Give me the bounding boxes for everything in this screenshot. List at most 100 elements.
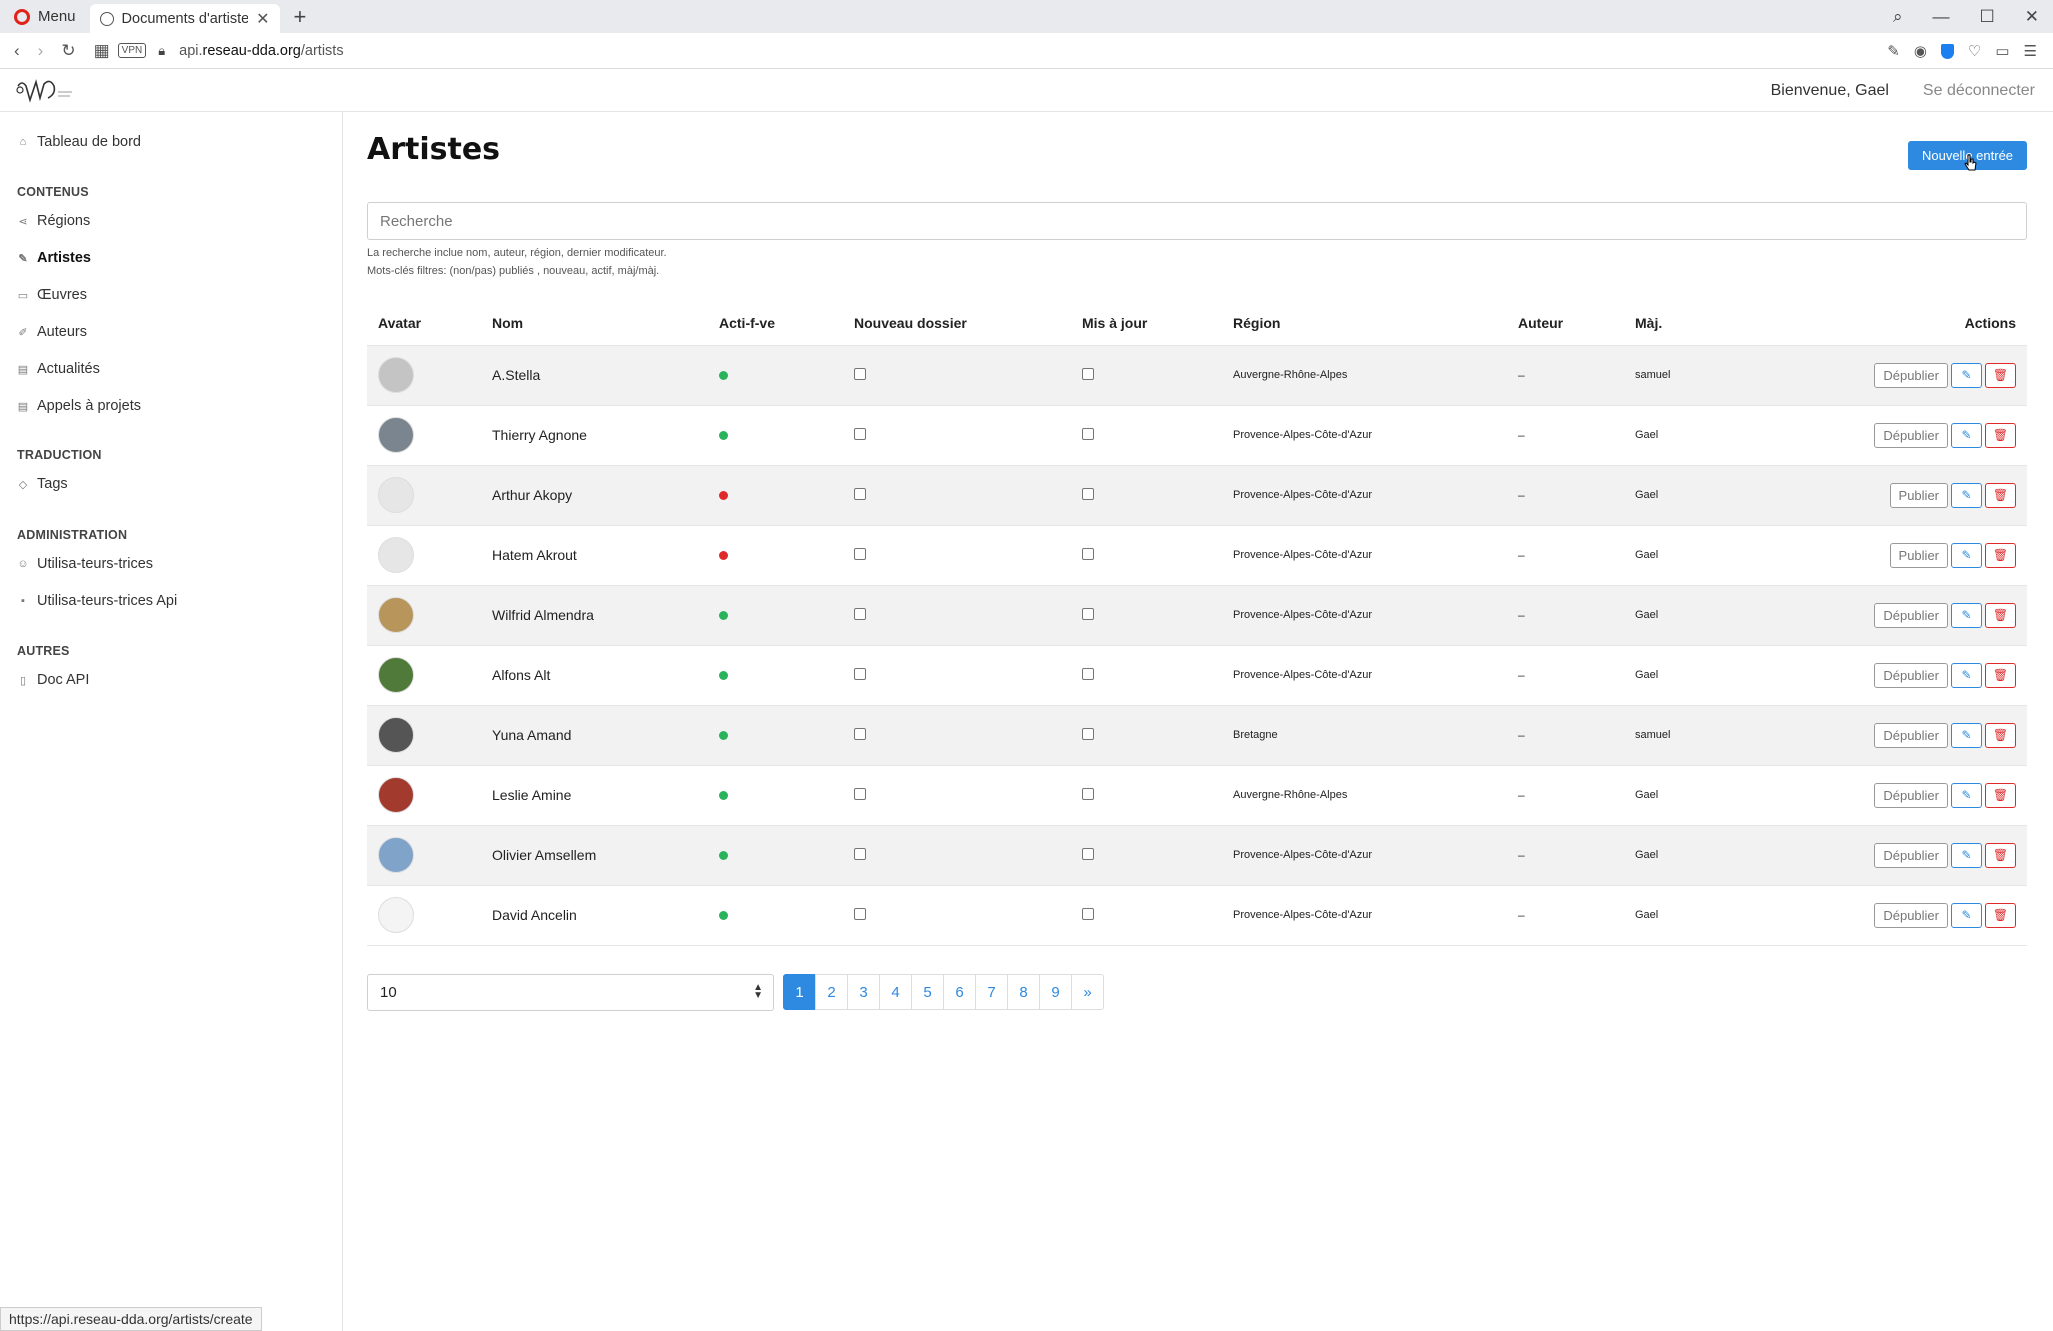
updated-checkbox[interactable] [1082, 728, 1094, 740]
sidebar-item-artistes[interactable]: ✎ Artistes [17, 250, 91, 266]
new-folder-checkbox[interactable] [854, 368, 866, 380]
column-header-actif[interactable]: Acti-f-ve [708, 301, 843, 346]
maximize-icon[interactable]: ☐ [1980, 7, 1995, 27]
updated-checkbox[interactable] [1082, 848, 1094, 860]
search-input[interactable] [367, 202, 2027, 240]
updated-checkbox[interactable] [1082, 788, 1094, 800]
sidebar-item-tags[interactable]: ◇ Tags [17, 476, 68, 492]
column-header-nom[interactable]: Nom [481, 301, 708, 346]
easy-setup-icon[interactable]: ☰ [2024, 42, 2037, 60]
unpublish-button[interactable]: Dépublier [1874, 362, 1948, 388]
pagination-page[interactable]: 8 [1007, 974, 1040, 1010]
updated-checkbox[interactable] [1082, 488, 1094, 500]
pagination-page[interactable]: 9 [1039, 974, 1072, 1010]
updated-checkbox[interactable] [1082, 428, 1094, 440]
new-tab-button[interactable]: + [294, 4, 307, 30]
sidebar-item-utilisateurs-api[interactable]: ▪ Utilisa-teurs-trices Api [17, 593, 177, 609]
sidebar-item-utilisateurs[interactable]: ☺ Utilisa-teurs-trices [17, 556, 153, 572]
heart-icon[interactable]: ♡ [1968, 42, 1981, 60]
trash-icon[interactable]: 🗑︎ [1985, 662, 2016, 688]
publish-button[interactable]: Publier [1889, 542, 1948, 568]
unpublish-button[interactable]: Dépublier [1874, 902, 1948, 928]
trash-icon[interactable]: 🗑︎ [1985, 542, 2016, 568]
unpublish-button[interactable]: Dépublier [1874, 842, 1948, 868]
dda-logo[interactable] [14, 76, 76, 106]
updated-checkbox[interactable] [1082, 548, 1094, 560]
edit-icon[interactable]: ✎ [1951, 902, 1982, 928]
pagination-page[interactable]: 6 [943, 974, 976, 1010]
new-folder-checkbox[interactable] [854, 548, 866, 560]
new-folder-checkbox[interactable] [854, 788, 866, 800]
sidebar-item-auteurs[interactable]: ✐ Auteurs [17, 324, 87, 340]
pagination-page[interactable]: 4 [879, 974, 912, 1010]
unpublish-button[interactable]: Dépublier [1874, 782, 1948, 808]
new-folder-checkbox[interactable] [854, 428, 866, 440]
edit-icon[interactable]: ✎ [1951, 422, 1982, 448]
edit-icon[interactable]: ✎ [1951, 542, 1982, 568]
new-folder-checkbox[interactable] [854, 668, 866, 680]
column-header-auteur[interactable]: Auteur [1507, 301, 1624, 346]
trash-icon[interactable]: 🗑︎ [1985, 902, 2016, 928]
pagination-page[interactable]: 7 [975, 974, 1008, 1010]
edit-icon[interactable]: ✎ [1951, 482, 1982, 508]
edit-icon[interactable]: ✎ [1951, 782, 1982, 808]
logout-link[interactable]: Se déconnecter [1923, 82, 2035, 100]
browser-menu-button[interactable]: Menu [0, 0, 90, 33]
tab-close-icon[interactable]: ✕ [256, 9, 269, 29]
unpublish-button[interactable]: Dépublier [1874, 722, 1948, 748]
url-field[interactable]: api.reseau-dda.org/artists [179, 43, 343, 59]
trash-icon[interactable]: 🗑︎ [1985, 782, 2016, 808]
sidebar-item-actualites[interactable]: ▤ Actualités [17, 361, 100, 377]
pagination-page[interactable]: 3 [847, 974, 880, 1010]
edit-icon[interactable]: ✎ [1951, 602, 1982, 628]
unpublish-button[interactable]: Dépublier [1874, 662, 1948, 688]
lock-icon[interactable]: 🔒︎ [158, 43, 165, 59]
sidebar-item-regions[interactable]: ⋖ Régions [17, 213, 90, 229]
updated-checkbox[interactable] [1082, 608, 1094, 620]
pagination-page[interactable]: 5 [911, 974, 944, 1010]
trash-icon[interactable]: 🗑︎ [1985, 482, 2016, 508]
trash-icon[interactable]: 🗑︎ [1985, 842, 2016, 868]
forward-icon[interactable]: › [38, 41, 44, 61]
trash-icon[interactable]: 🗑︎ [1985, 602, 2016, 628]
unpublish-button[interactable]: Dépublier [1874, 422, 1948, 448]
minimize-icon[interactable]: — [1933, 7, 1950, 27]
edit-icon[interactable]: ✎ [1951, 722, 1982, 748]
new-folder-checkbox[interactable] [854, 908, 866, 920]
reload-icon[interactable]: ↻ [61, 41, 75, 61]
trash-icon[interactable]: 🗑︎ [1985, 362, 2016, 388]
column-header-maj[interactable]: Màj. [1624, 301, 1744, 346]
send-icon[interactable]: ✎ [1887, 42, 1900, 60]
adblock-shield-icon[interactable] [1940, 43, 1954, 59]
sidebar-item-oeuvres[interactable]: ▭ Œuvres [17, 287, 87, 303]
new-folder-checkbox[interactable] [854, 488, 866, 500]
vpn-badge[interactable]: VPN [117, 43, 147, 58]
column-header-region[interactable]: Région [1222, 301, 1507, 346]
battery-icon[interactable]: ▭ [1995, 42, 2009, 60]
column-header-nouveau[interactable]: Nouveau dossier [843, 301, 1071, 346]
sidebar-item-dashboard[interactable]: ⌂ Tableau de bord [17, 134, 141, 150]
updated-checkbox[interactable] [1082, 368, 1094, 380]
updated-checkbox[interactable] [1082, 668, 1094, 680]
pagination-next[interactable]: » [1071, 974, 1104, 1010]
window-close-icon[interactable]: ✕ [2025, 7, 2039, 27]
new-folder-checkbox[interactable] [854, 608, 866, 620]
updated-checkbox[interactable] [1082, 908, 1094, 920]
edit-icon[interactable]: ✎ [1951, 662, 1982, 688]
publish-button[interactable]: Publier [1889, 482, 1948, 508]
pagination-page[interactable]: 1 [783, 974, 816, 1010]
speed-dial-icon[interactable]: ▦ [94, 41, 110, 61]
browser-search-icon[interactable]: ⌕ [1893, 7, 1903, 27]
unpublish-button[interactable]: Dépublier [1874, 602, 1948, 628]
camera-icon[interactable]: ◉ [1914, 42, 1927, 60]
per-page-select[interactable]: 10 ▲ ▼ [367, 974, 774, 1011]
back-icon[interactable]: ‹ [14, 41, 20, 61]
trash-icon[interactable]: 🗑︎ [1985, 722, 2016, 748]
new-folder-checkbox[interactable] [854, 848, 866, 860]
browser-tab[interactable]: Documents d'artistes - A ✕ [89, 4, 280, 33]
sidebar-item-doc-api[interactable]: ▯ Doc API [17, 672, 89, 688]
new-folder-checkbox[interactable] [854, 728, 866, 740]
column-header-mis-a-jour[interactable]: Mis à jour [1071, 301, 1222, 346]
edit-icon[interactable]: ✎ [1951, 362, 1982, 388]
column-header-avatar[interactable]: Avatar [367, 301, 481, 346]
